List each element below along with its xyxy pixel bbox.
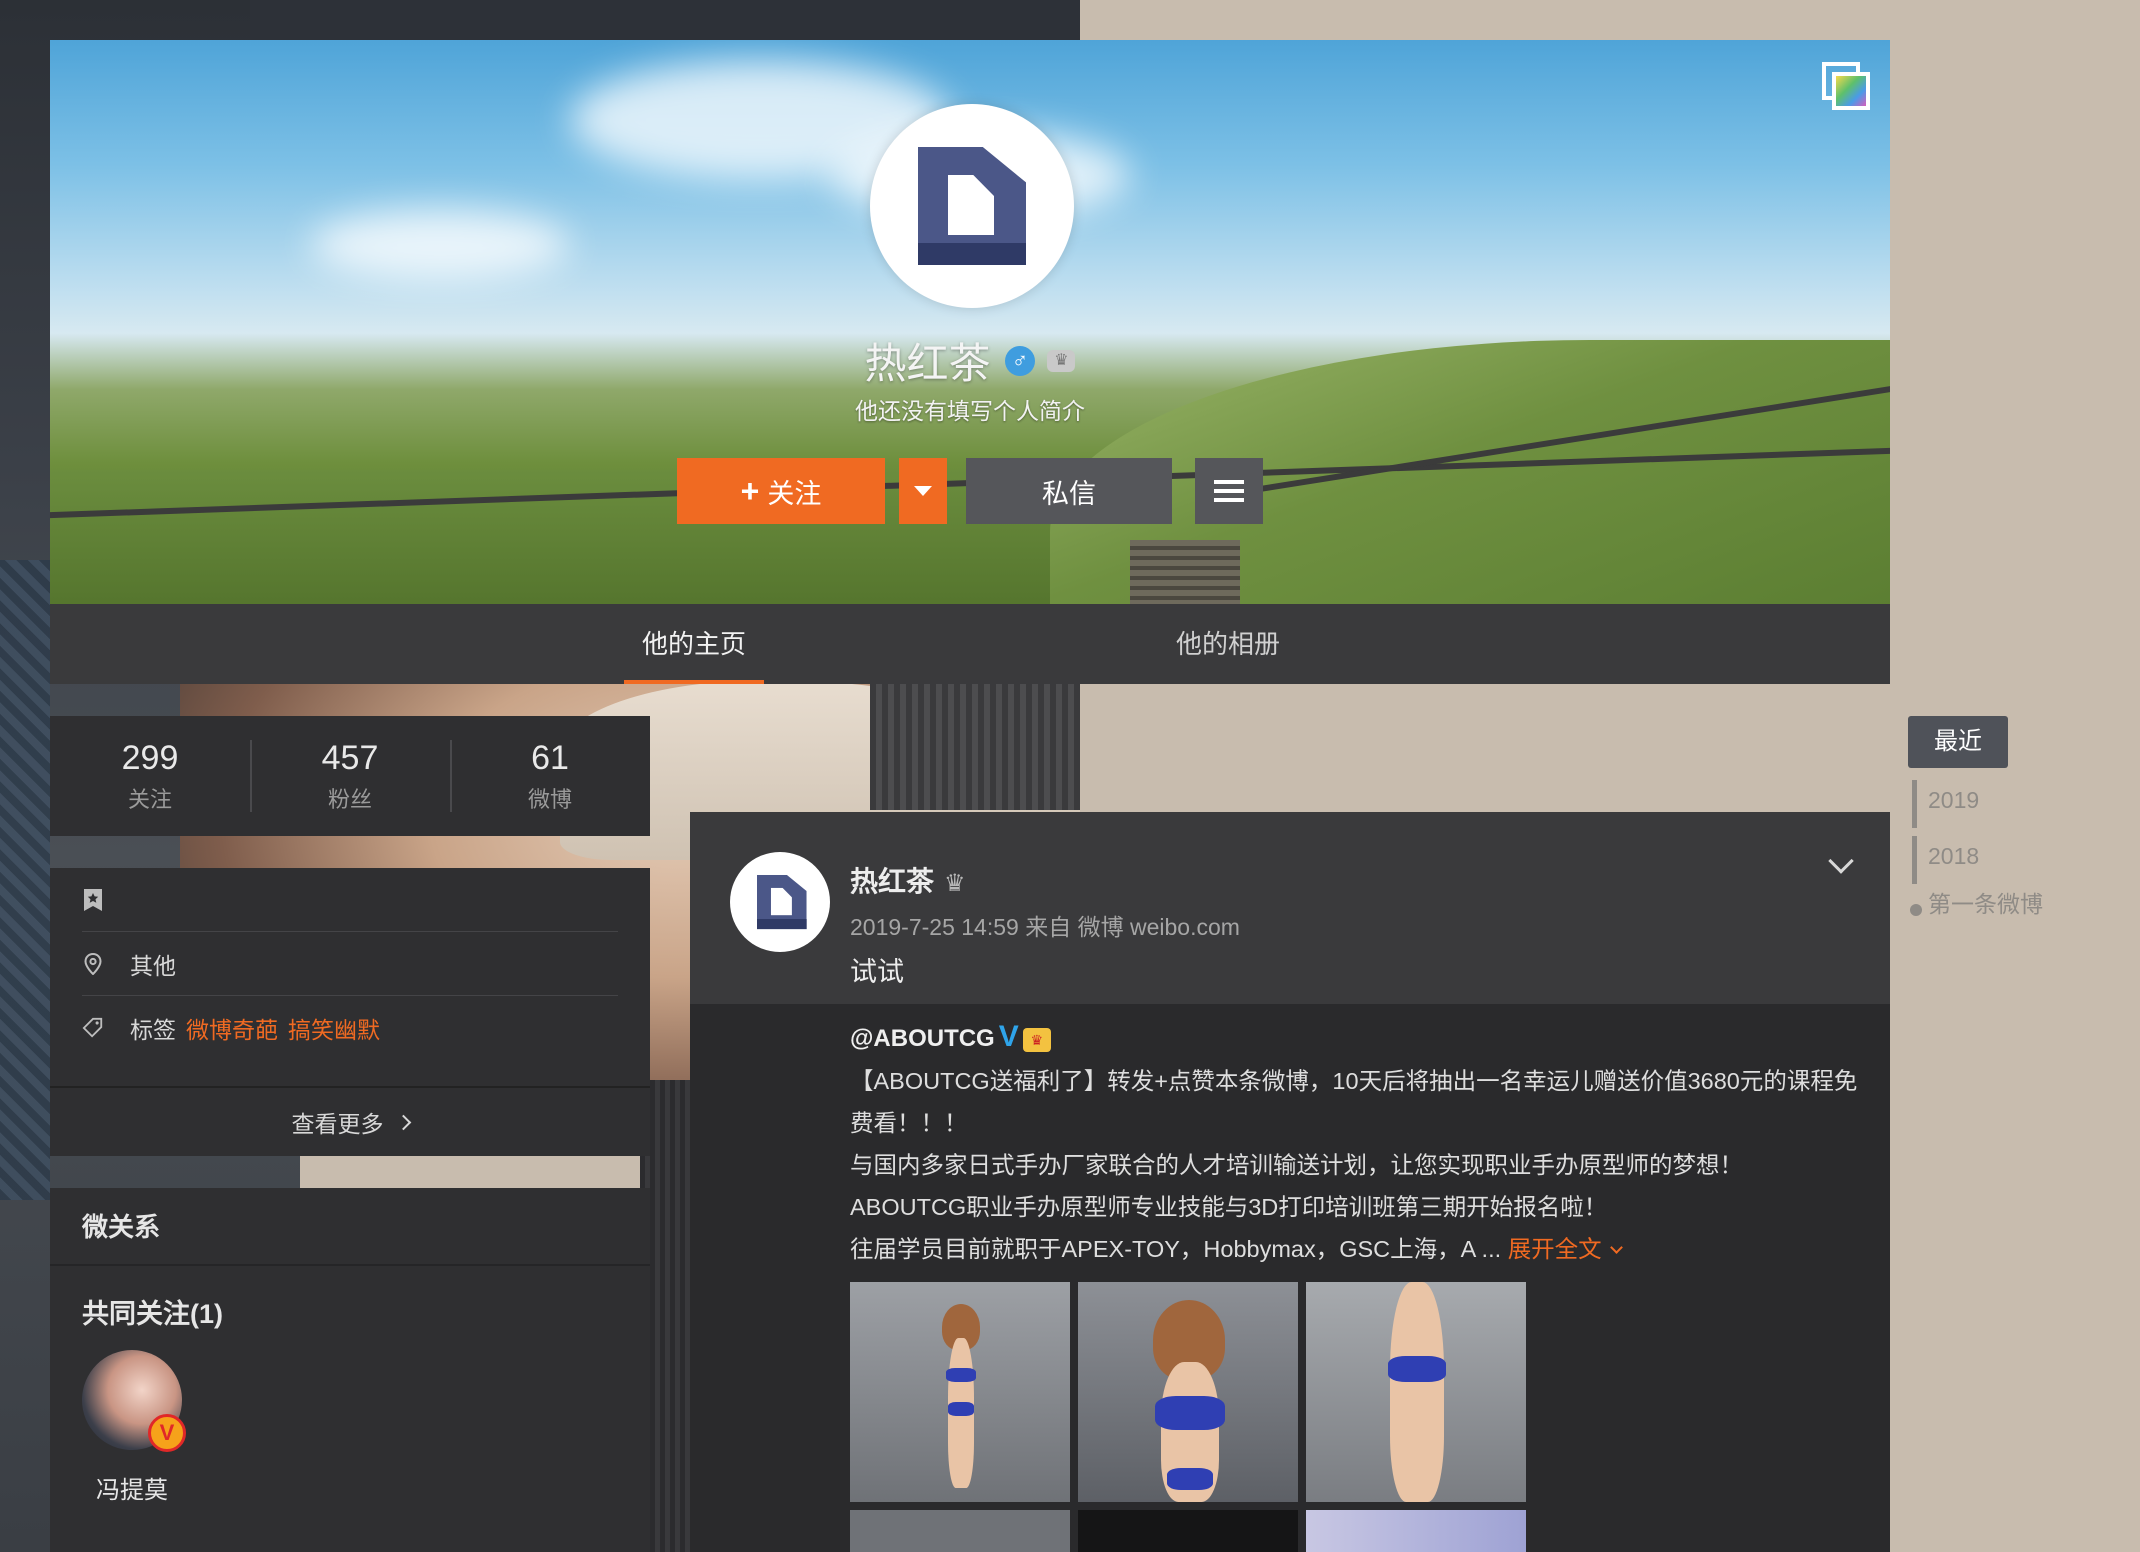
post-header: 热红茶 ♛ 2019-7-25 14:59 来自 微博 weibo.com 试试 bbox=[690, 812, 1890, 1004]
chevron-down-icon[interactable] bbox=[1828, 848, 1854, 874]
crown-icon: ♛ bbox=[944, 870, 966, 897]
repost-text-truncated: 往届学员目前就职于APEX-TOY，Hobbymax，GSC上海，A ... bbox=[850, 1236, 1502, 1262]
profile-tabs: 他的主页 他的相册 bbox=[50, 604, 1890, 684]
see-more-button[interactable]: 查看更多 bbox=[50, 1086, 650, 1156]
repost-text-line: 【ABOUTCG送福利了】转发+点赞本条微博，10天后将抽出一名幸运儿赠送价值3… bbox=[850, 1068, 1858, 1136]
repost-text-line: 与国内多家日式手办厂家联合的人才培训输送计划，让您实现职业手办原型师的梦想！ bbox=[850, 1152, 1743, 1178]
figure-illustration bbox=[1113, 1292, 1263, 1502]
info-row-location: 其他 bbox=[82, 932, 618, 996]
timeline-year[interactable]: 2018 bbox=[1908, 828, 2043, 884]
timeline-year[interactable]: 2019 bbox=[1908, 772, 2043, 828]
follow-button[interactable]: + 关注 bbox=[677, 458, 885, 524]
friend-avatar[interactable]: V bbox=[82, 1350, 186, 1452]
follow-label: 关注 bbox=[767, 478, 822, 509]
tab-album[interactable]: 他的相册 bbox=[1158, 604, 1298, 684]
post-image[interactable] bbox=[850, 1510, 1070, 1552]
see-more-label: 查看更多 bbox=[291, 1111, 384, 1137]
stat-following[interactable]: 299 关注 bbox=[50, 716, 250, 836]
tag-link[interactable]: 搞笑幽默 bbox=[288, 1011, 380, 1045]
repost-text-line: 往届学员目前就职于APEX-TOY，Hobbymax，GSC上海，A ... 展… bbox=[850, 1228, 1860, 1270]
tab-home[interactable]: 他的主页 bbox=[624, 604, 764, 684]
bookmark-star-icon[interactable] bbox=[82, 888, 104, 911]
chevron-down-icon bbox=[1609, 1241, 1623, 1254]
stat-posts[interactable]: 61 微博 bbox=[450, 716, 650, 836]
post-image[interactable] bbox=[1078, 1510, 1298, 1552]
stat-label: 关注 bbox=[127, 786, 172, 812]
tag-icon bbox=[82, 1017, 104, 1039]
info-row-tags: 标签 微博奇葩 搞笑幽默 bbox=[82, 996, 618, 1060]
post-image[interactable] bbox=[850, 1282, 1070, 1502]
stat-value: 61 bbox=[531, 738, 569, 777]
post-image[interactable] bbox=[1306, 1282, 1526, 1502]
plus-icon: + bbox=[740, 472, 760, 509]
info-row-level bbox=[82, 868, 618, 932]
repost-user-link[interactable]: @ABOUTCG bbox=[850, 1025, 995, 1052]
more-menu-button[interactable] bbox=[1195, 458, 1263, 524]
post-avatar[interactable] bbox=[730, 852, 830, 952]
timeline-first-post[interactable]: 第一条微博 bbox=[1908, 884, 2043, 924]
post-text: 试试 bbox=[850, 957, 904, 987]
expand-full-text-link[interactable]: 展开全文 bbox=[1508, 1236, 1602, 1262]
message-label: 私信 bbox=[1042, 478, 1096, 509]
message-button[interactable]: 私信 bbox=[966, 458, 1172, 524]
timeline-recent[interactable]: 最近 bbox=[1908, 716, 2008, 768]
post-author-name: 热红茶 bbox=[850, 866, 935, 897]
friend-name[interactable]: 冯提莫 bbox=[82, 1470, 182, 1505]
stats-panel: 299 关注 457 粉丝 61 微博 bbox=[50, 716, 650, 836]
relations-panel: 微关系 共同关注(1) V 冯提莫 bbox=[50, 1188, 650, 1552]
background-pattern bbox=[0, 560, 50, 1200]
figure-illustration bbox=[920, 1290, 1000, 1500]
member-king-icon: ♛ bbox=[1022, 1027, 1051, 1052]
timeline-nav: 最近 2019 2018 第一条微博 bbox=[1908, 716, 2043, 924]
background-knit bbox=[870, 680, 1080, 810]
menu-icon bbox=[1214, 480, 1244, 502]
location-pin-icon bbox=[82, 952, 104, 975]
repost-user-row: @ABOUTCG V ♛ bbox=[850, 1016, 1860, 1060]
post-image[interactable] bbox=[1078, 1282, 1298, 1502]
stat-value: 299 bbox=[121, 738, 179, 777]
stat-label: 微博 bbox=[527, 786, 572, 812]
tags-label: 标签 bbox=[130, 1017, 176, 1043]
repost-content: @ABOUTCG V ♛ 【ABOUTCG送福利了】转发+点赞本条微博，10天后将抽… bbox=[850, 1016, 1860, 1270]
relations-title: 微关系 bbox=[50, 1188, 650, 1266]
stat-label: 粉丝 bbox=[327, 786, 372, 812]
common-follow-title[interactable]: 共同关注(1) bbox=[50, 1266, 650, 1331]
brand-logo bbox=[757, 874, 807, 930]
info-panel: 其他 标签 微博奇葩 搞笑幽默 查看更多 bbox=[50, 868, 650, 1156]
stat-followers[interactable]: 457 粉丝 bbox=[250, 716, 450, 836]
feed-post: 热红茶 ♛ 2019-7-25 14:59 来自 微博 weibo.com 试试 … bbox=[690, 812, 1890, 1552]
verified-badge-icon: V bbox=[148, 1414, 186, 1452]
location-text: 其他 bbox=[130, 952, 176, 979]
post-author[interactable]: 热红茶 ♛ bbox=[850, 860, 966, 900]
stat-value: 457 bbox=[321, 738, 379, 777]
follow-group-dropdown[interactable] bbox=[899, 458, 947, 524]
caret-down-icon bbox=[914, 486, 932, 496]
tag-link[interactable]: 微博奇葩 bbox=[186, 1011, 278, 1045]
background-top-strip bbox=[250, 0, 1080, 40]
profile-actions: + 关注 私信 bbox=[50, 40, 1890, 604]
repost-text-line: ABOUTCG职业手办原型师专业技能与3D打印培训班第三期开始报名啦！ bbox=[850, 1194, 1608, 1220]
chevron-right-icon bbox=[395, 1114, 411, 1130]
verified-v-icon: V bbox=[998, 1020, 1019, 1053]
post-time-source[interactable]: 2019-7-25 14:59 来自 微博 weibo.com bbox=[850, 908, 1240, 942]
post-image[interactable] bbox=[1306, 1510, 1526, 1552]
figure-illustration bbox=[1356, 1282, 1476, 1502]
